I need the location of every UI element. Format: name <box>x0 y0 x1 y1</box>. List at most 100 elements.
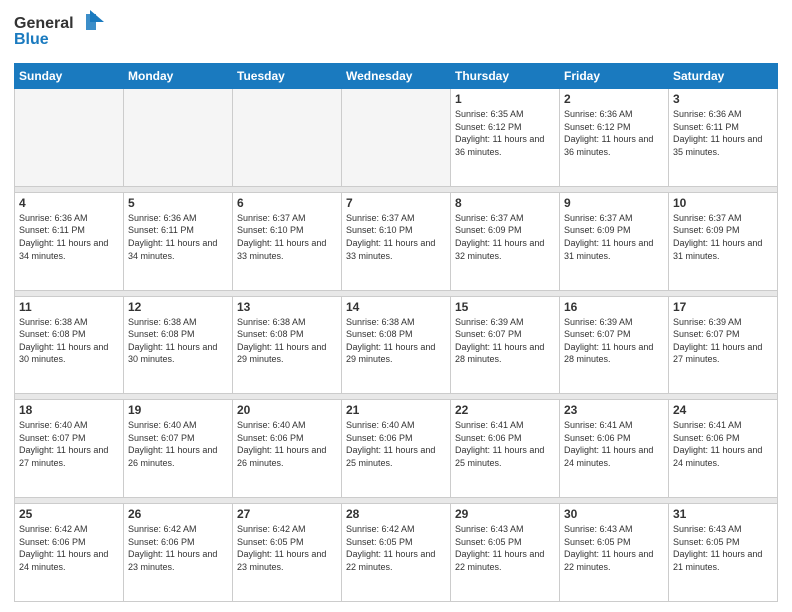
calendar-cell: 7 Sunrise: 6:37 AMSunset: 6:10 PMDaylight… <box>342 192 451 290</box>
calendar-header-friday: Friday <box>560 64 669 89</box>
calendar-cell: 10 Sunrise: 6:37 AMSunset: 6:09 PMDayligh… <box>669 192 778 290</box>
day-info: Sunrise: 6:41 AMSunset: 6:06 PMDaylight:… <box>564 419 664 469</box>
day-number: 4 <box>19 196 119 210</box>
calendar-cell: 30 Sunrise: 6:43 AMSunset: 6:05 PMDayligh… <box>560 504 669 602</box>
calendar-header-saturday: Saturday <box>669 64 778 89</box>
calendar-week-5: 25 Sunrise: 6:42 AMSunset: 6:06 PMDayligh… <box>15 504 778 602</box>
day-info: Sunrise: 6:42 AMSunset: 6:05 PMDaylight:… <box>237 523 337 573</box>
calendar-week-3: 11 Sunrise: 6:38 AMSunset: 6:08 PMDayligh… <box>15 296 778 394</box>
calendar-cell: 26 Sunrise: 6:42 AMSunset: 6:06 PMDayligh… <box>124 504 233 602</box>
day-info: Sunrise: 6:39 AMSunset: 6:07 PMDaylight:… <box>564 316 664 366</box>
calendar-cell: 4 Sunrise: 6:36 AMSunset: 6:11 PMDaylight… <box>15 192 124 290</box>
calendar-cell <box>233 89 342 187</box>
calendar-cell <box>15 89 124 187</box>
calendar-cell: 21Sunrise: 6:40 AMSunset: 6:06 PMDayligh… <box>342 400 451 498</box>
day-number: 9 <box>564 196 664 210</box>
calendar-cell: 28 Sunrise: 6:42 AMSunset: 6:05 PMDayligh… <box>342 504 451 602</box>
day-number: 18 <box>19 403 119 417</box>
calendar-cell: 9 Sunrise: 6:37 AMSunset: 6:09 PMDaylight… <box>560 192 669 290</box>
calendar-week-2: 4 Sunrise: 6:36 AMSunset: 6:11 PMDaylight… <box>15 192 778 290</box>
calendar-cell: 11 Sunrise: 6:38 AMSunset: 6:08 PMDayligh… <box>15 296 124 394</box>
day-info: Sunrise: 6:41 AMSunset: 6:06 PMDaylight:… <box>455 419 555 469</box>
day-number: 17 <box>673 300 773 314</box>
day-info: Sunrise: 6:43 AMSunset: 6:05 PMDaylight:… <box>673 523 773 573</box>
logo-text: General Blue <box>14 10 104 55</box>
day-number: 30 <box>564 507 664 521</box>
calendar-cell <box>124 89 233 187</box>
day-info: Sunrise: 6:37 AMSunset: 6:10 PMDaylight:… <box>346 212 446 262</box>
day-number: 24 <box>673 403 773 417</box>
calendar-week-4: 18 Sunrise: 6:40 AMSunset: 6:07 PMDayligh… <box>15 400 778 498</box>
calendar-cell: 5 Sunrise: 6:36 AMSunset: 6:11 PMDaylight… <box>124 192 233 290</box>
day-info: Sunrise: 6:40 AMSunset: 6:06 PMDaylight:… <box>237 419 337 469</box>
calendar-cell: 16 Sunrise: 6:39 AMSunset: 6:07 PMDayligh… <box>560 296 669 394</box>
calendar-header-monday: Monday <box>124 64 233 89</box>
calendar-cell: 18 Sunrise: 6:40 AMSunset: 6:07 PMDayligh… <box>15 400 124 498</box>
calendar-cell: 19 Sunrise: 6:40 AMSunset: 6:07 PMDayligh… <box>124 400 233 498</box>
calendar-table: SundayMondayTuesdayWednesdayThursdayFrid… <box>14 63 778 602</box>
day-number: 13 <box>237 300 337 314</box>
day-info: Sunrise: 6:37 AMSunset: 6:09 PMDaylight:… <box>564 212 664 262</box>
day-info: Sunrise: 6:39 AMSunset: 6:07 PMDaylight:… <box>455 316 555 366</box>
day-number: 22 <box>455 403 555 417</box>
day-info: Sunrise: 6:42 AMSunset: 6:06 PMDaylight:… <box>128 523 228 573</box>
day-number: 3 <box>673 92 773 106</box>
day-info: Sunrise: 6:42 AMSunset: 6:05 PMDaylight:… <box>346 523 446 573</box>
calendar-cell: 24 Sunrise: 6:41 AMSunset: 6:06 PMDayligh… <box>669 400 778 498</box>
day-number: 26 <box>128 507 228 521</box>
day-number: 20 <box>237 403 337 417</box>
day-number: 7 <box>346 196 446 210</box>
day-info: Sunrise: 6:37 AMSunset: 6:10 PMDaylight:… <box>237 212 337 262</box>
day-info: Sunrise: 6:43 AMSunset: 6:05 PMDaylight:… <box>564 523 664 573</box>
day-info: Sunrise: 6:38 AMSunset: 6:08 PMDaylight:… <box>237 316 337 366</box>
day-number: 14 <box>346 300 446 314</box>
calendar-cell: 6Sunrise: 6:37 AMSunset: 6:10 PMDaylight… <box>233 192 342 290</box>
day-info: Sunrise: 6:37 AMSunset: 6:09 PMDaylight:… <box>673 212 773 262</box>
day-number: 5 <box>128 196 228 210</box>
calendar-cell: 15 Sunrise: 6:39 AMSunset: 6:07 PMDayligh… <box>451 296 560 394</box>
day-number: 27 <box>237 507 337 521</box>
day-info: Sunrise: 6:36 AMSunset: 6:11 PMDaylight:… <box>128 212 228 262</box>
day-number: 19 <box>128 403 228 417</box>
calendar-cell: 1 Sunrise: 6:35 AMSunset: 6:12 PMDaylight… <box>451 89 560 187</box>
calendar-cell: 20 Sunrise: 6:40 AMSunset: 6:06 PMDayligh… <box>233 400 342 498</box>
day-info: Sunrise: 6:42 AMSunset: 6:06 PMDaylight:… <box>19 523 119 573</box>
day-number: 2 <box>564 92 664 106</box>
day-info: Sunrise: 6:40 AMSunset: 6:07 PMDaylight:… <box>19 419 119 469</box>
calendar-week-1: 1 Sunrise: 6:35 AMSunset: 6:12 PMDaylight… <box>15 89 778 187</box>
day-info: Sunrise: 6:38 AMSunset: 6:08 PMDaylight:… <box>128 316 228 366</box>
calendar-header-wednesday: Wednesday <box>342 64 451 89</box>
day-info: Sunrise: 6:36 AMSunset: 6:11 PMDaylight:… <box>19 212 119 262</box>
calendar-cell: 23 Sunrise: 6:41 AMSunset: 6:06 PMDayligh… <box>560 400 669 498</box>
day-number: 16 <box>564 300 664 314</box>
calendar-cell: 3 Sunrise: 6:36 AMSunset: 6:11 PMDaylight… <box>669 89 778 187</box>
day-info: Sunrise: 6:36 AMSunset: 6:12 PMDaylight:… <box>564 108 664 158</box>
calendar-cell <box>342 89 451 187</box>
calendar-cell: 27 Sunrise: 6:42 AMSunset: 6:05 PMDayligh… <box>233 504 342 602</box>
day-number: 25 <box>19 507 119 521</box>
day-number: 23 <box>564 403 664 417</box>
day-info: Sunrise: 6:38 AMSunset: 6:08 PMDaylight:… <box>19 316 119 366</box>
day-number: 21 <box>346 403 446 417</box>
day-info: Sunrise: 6:41 AMSunset: 6:06 PMDaylight:… <box>673 419 773 469</box>
day-number: 1 <box>455 92 555 106</box>
calendar-cell: 25 Sunrise: 6:42 AMSunset: 6:06 PMDayligh… <box>15 504 124 602</box>
day-info: Sunrise: 6:40 AMSunset: 6:07 PMDaylight:… <box>128 419 228 469</box>
day-number: 12 <box>128 300 228 314</box>
calendar-cell: 17 Sunrise: 6:39 AMSunset: 6:07 PMDayligh… <box>669 296 778 394</box>
day-info: Sunrise: 6:43 AMSunset: 6:05 PMDaylight:… <box>455 523 555 573</box>
svg-text:General: General <box>14 15 74 32</box>
svg-text:Blue: Blue <box>14 31 49 48</box>
calendar-cell: 22 Sunrise: 6:41 AMSunset: 6:06 PMDayligh… <box>451 400 560 498</box>
calendar-cell: 31 Sunrise: 6:43 AMSunset: 6:05 PMDayligh… <box>669 504 778 602</box>
day-number: 10 <box>673 196 773 210</box>
day-info: Sunrise: 6:38 AMSunset: 6:08 PMDaylight:… <box>346 316 446 366</box>
day-info: Sunrise: 6:35 AMSunset: 6:12 PMDaylight:… <box>455 108 555 158</box>
day-number: 28 <box>346 507 446 521</box>
day-info: Sunrise: 6:36 AMSunset: 6:11 PMDaylight:… <box>673 108 773 158</box>
day-number: 29 <box>455 507 555 521</box>
day-info: Sunrise: 6:39 AMSunset: 6:07 PMDaylight:… <box>673 316 773 366</box>
day-number: 15 <box>455 300 555 314</box>
day-number: 31 <box>673 507 773 521</box>
day-number: 11 <box>19 300 119 314</box>
